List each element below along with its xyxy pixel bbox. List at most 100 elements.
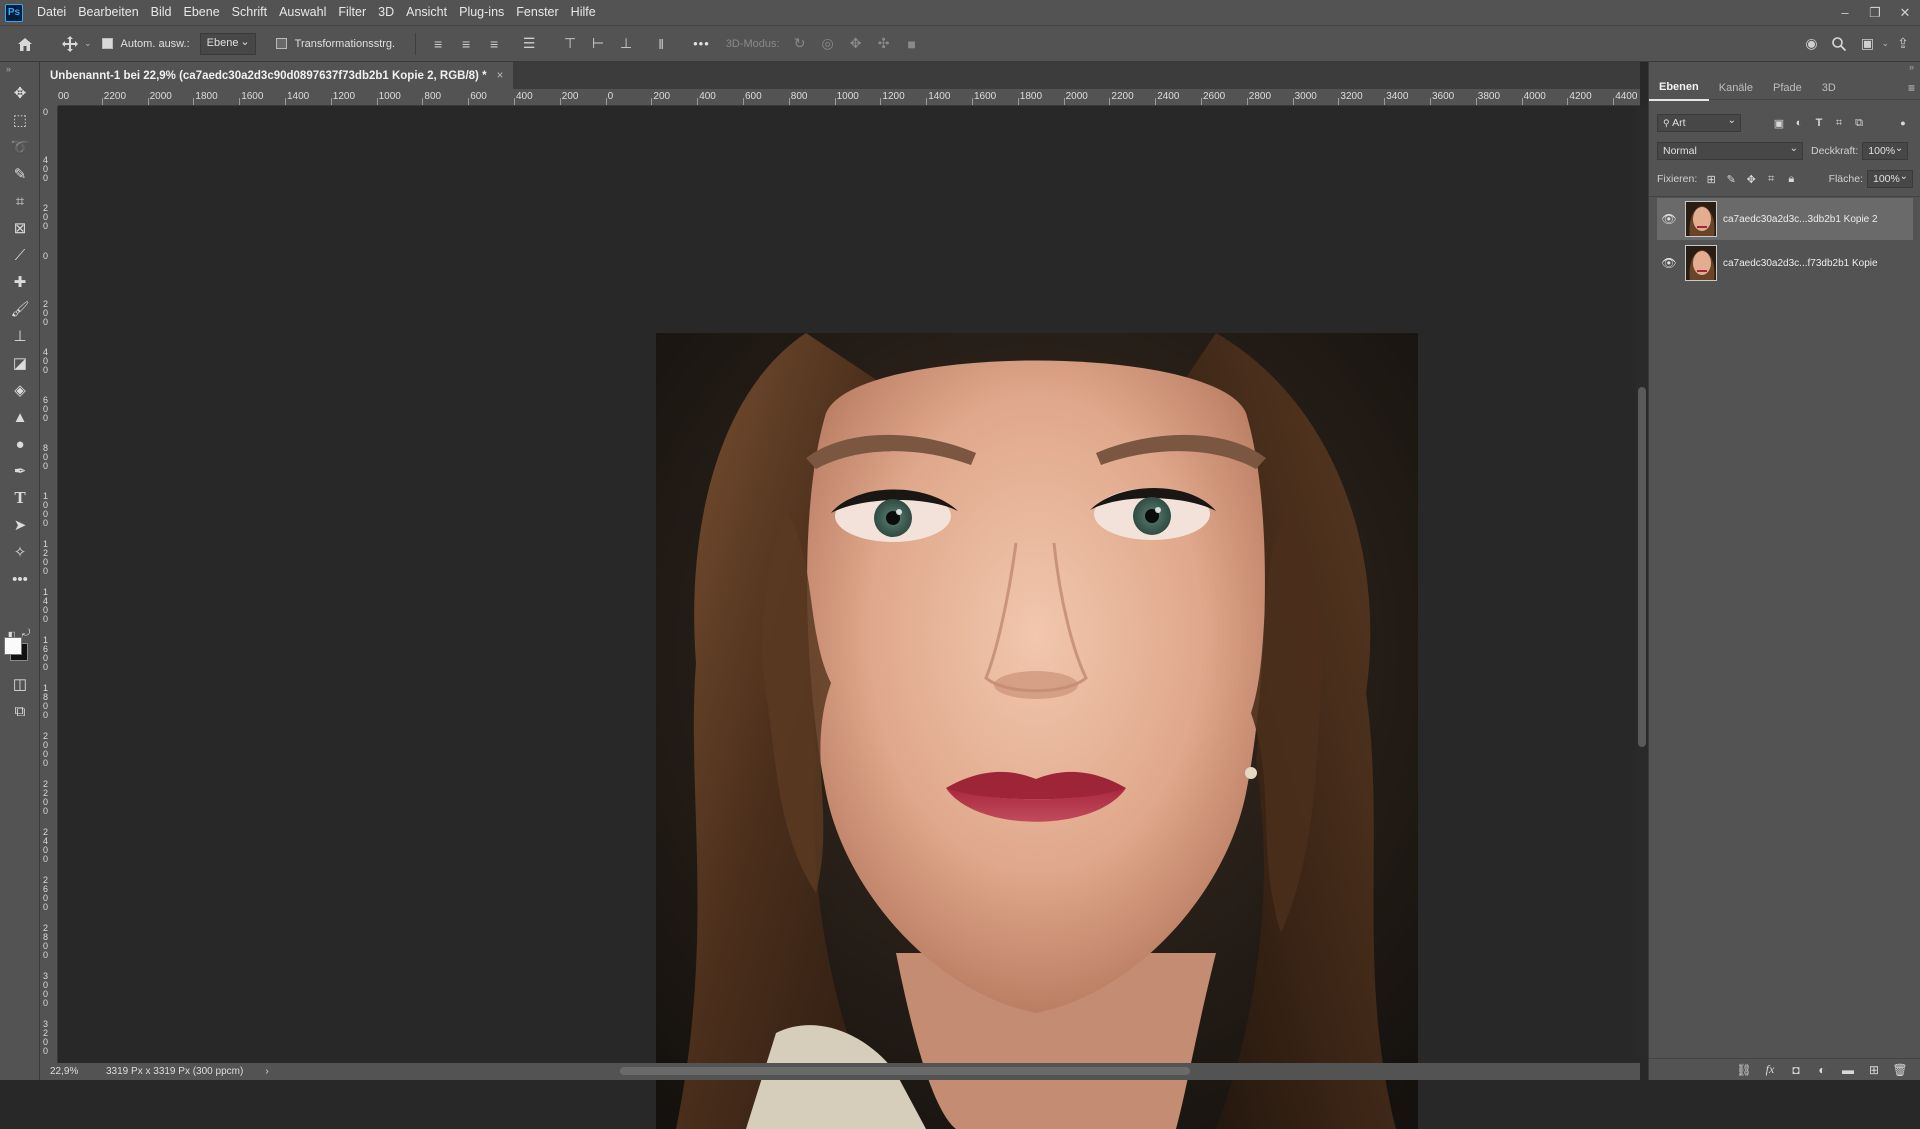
brush-tool-icon[interactable]: 🖌︎ xyxy=(8,298,32,320)
filter-toggle-icon[interactable]: ● xyxy=(1893,114,1913,132)
path-selection-tool-icon[interactable]: ➤ xyxy=(8,514,32,536)
visibility-eye-icon[interactable]: 👁︎ xyxy=(1657,256,1681,270)
3d-pan-icon[interactable]: ✥ xyxy=(845,33,867,55)
layer-name[interactable]: ca7aedc30a2d3c...3db2b1 Kopie 2 xyxy=(1723,214,1878,225)
frame-tool-icon[interactable]: ⊠ xyxy=(8,217,32,239)
new-adjustment-layer-icon[interactable]: ◐ xyxy=(1809,1063,1835,1077)
menu-fenster[interactable]: Fenster xyxy=(510,0,564,25)
auto-select-checkbox[interactable] xyxy=(101,38,113,49)
minimize-button[interactable]: – xyxy=(1830,0,1860,25)
close-document-icon[interactable]: × xyxy=(497,70,504,82)
blend-mode-dropdown[interactable]: Normal xyxy=(1657,142,1803,160)
paint-bucket-tool-icon[interactable]: ◈ xyxy=(8,379,32,401)
close-window-button[interactable]: ✕ xyxy=(1890,0,1920,25)
quick-mask-icon[interactable]: ◫ xyxy=(8,673,32,695)
lock-transparent-pixels-icon[interactable]: ⊞ xyxy=(1701,170,1721,188)
crop-tool-icon[interactable]: ⌗ xyxy=(8,190,32,212)
toolbar-collapse-icon[interactable]: » xyxy=(6,64,11,74)
link-layers-icon[interactable]: ⛓︎ xyxy=(1731,1063,1757,1077)
sharpen-tool-icon[interactable]: ▲ xyxy=(8,406,32,428)
vertical-ruler[interactable]: 0 4 0 0 2 0 0 0 2 0 0 4 0 0 6 0 0 8 0 0 1 0 0 0 1… xyxy=(40,106,58,1064)
menu-ebene[interactable]: Ebene xyxy=(178,0,226,25)
lasso-tool-icon[interactable]: ➰ xyxy=(8,136,32,158)
3d-roll-icon[interactable]: ◎ xyxy=(817,33,839,55)
restore-button[interactable]: ❐ xyxy=(1860,0,1890,25)
screen-mode-icon[interactable]: ⧉ xyxy=(8,700,32,722)
add-mask-icon[interactable]: ◘ xyxy=(1783,1063,1809,1077)
healing-brush-tool-icon[interactable]: ✚ xyxy=(8,271,32,293)
align-right-icon[interactable]: ≡ xyxy=(483,33,505,55)
eraser-tool-icon[interactable]: ◪ xyxy=(8,352,32,374)
layer-filter-dropdown[interactable]: ⚲ Art xyxy=(1657,114,1741,132)
align-top-icon[interactable]: ⊤ xyxy=(559,33,581,55)
lock-artboard-icon[interactable]: ⌗ xyxy=(1761,170,1781,188)
layer-style-icon[interactable]: fx xyxy=(1757,1062,1783,1077)
tool-preset-chevron-icon[interactable]: ⌄ xyxy=(84,38,92,49)
lock-position-icon[interactable]: ✥ xyxy=(1741,170,1761,188)
share-icon[interactable]: ⇪ xyxy=(1892,33,1914,55)
menu-datei[interactable]: Datei xyxy=(31,0,72,25)
share-profile-icon[interactable]: ◉ xyxy=(1800,33,1822,55)
layer-row[interactable]: 👁︎ ca7aedc30a2d3c...3db2b1 Kopie 2 xyxy=(1657,198,1913,240)
new-layer-icon[interactable]: ⊞ xyxy=(1861,1063,1887,1077)
menu-hilfe[interactable]: Hilfe xyxy=(565,0,602,25)
portrait-image[interactable] xyxy=(656,333,1418,1129)
fill-input[interactable]: 100% xyxy=(1867,170,1913,188)
3d-slide-icon[interactable]: ✣ xyxy=(873,33,895,55)
menu-plugins[interactable]: Plug-ins xyxy=(453,0,510,25)
pen-tool-icon[interactable]: ✒︎ xyxy=(8,460,32,482)
clone-stamp-tool-icon[interactable]: ⊥ xyxy=(8,325,32,347)
menu-auswahl[interactable]: Auswahl xyxy=(273,0,332,25)
tab-kanaele[interactable]: Kanäle xyxy=(1709,76,1763,100)
tab-pfade[interactable]: Pfade xyxy=(1763,76,1812,100)
align-left-icon[interactable]: ≡ xyxy=(427,33,449,55)
menu-3d[interactable]: 3D xyxy=(372,0,400,25)
workspace-chevron-icon[interactable]: ⌄ xyxy=(1881,38,1889,49)
filter-shape-icon[interactable]: ⌗ xyxy=(1829,114,1849,132)
distribute-horizontal-icon[interactable]: ‖ xyxy=(650,33,672,55)
visibility-eye-icon[interactable]: 👁︎ xyxy=(1657,212,1681,226)
quick-selection-tool-icon[interactable]: ✎ xyxy=(8,163,32,185)
filter-smart-object-icon[interactable]: ⧉ xyxy=(1849,114,1869,132)
filter-pixel-icon[interactable]: ▣ xyxy=(1769,114,1789,132)
align-bottom-icon[interactable]: ⊥ xyxy=(615,33,637,55)
menu-bild[interactable]: Bild xyxy=(145,0,178,25)
horizontal-scroll-thumb[interactable] xyxy=(620,1067,1190,1075)
menu-filter[interactable]: Filter xyxy=(332,0,372,25)
foreground-color-swatch[interactable] xyxy=(4,637,22,655)
workspace-icon[interactable]: ▣ xyxy=(1856,33,1878,55)
layer-row[interactable]: 👁︎ ca7aedc30a2d3c...f73db2b1 Kopie xyxy=(1657,242,1913,284)
3d-orbit-icon[interactable]: ↻ xyxy=(789,33,811,55)
layer-name[interactable]: ca7aedc30a2d3c...f73db2b1 Kopie xyxy=(1723,258,1878,269)
tab-ebenen[interactable]: Ebenen xyxy=(1649,74,1709,101)
custom-shape-tool-icon[interactable]: ✧ xyxy=(8,541,32,563)
vertical-scroll-thumb[interactable] xyxy=(1638,387,1646,747)
status-menu-arrow-icon[interactable]: › xyxy=(265,1066,268,1077)
3d-scale-icon[interactable]: ■ xyxy=(901,33,923,55)
opacity-input[interactable]: 100% xyxy=(1862,142,1909,160)
horizontal-ruler[interactable]: 00 2200 2000 1800 1600 1400 1200 1000 800 600 400 2… xyxy=(58,89,1640,106)
tab-3d[interactable]: 3D xyxy=(1812,76,1846,100)
vertical-scrollbar[interactable] xyxy=(1636,107,1648,1057)
auto-select-dropdown[interactable]: Ebene xyxy=(199,32,256,55)
more-tools-icon[interactable]: ••• xyxy=(8,568,32,590)
marquee-tool-icon[interactable]: ⬚ xyxy=(8,109,32,131)
new-group-icon[interactable]: ▬ xyxy=(1835,1063,1861,1077)
menu-schrift[interactable]: Schrift xyxy=(226,0,273,25)
canvas-area[interactable] xyxy=(58,107,1640,1129)
lock-image-pixels-icon[interactable]: ✎ xyxy=(1721,170,1741,188)
filter-type-icon[interactable]: T xyxy=(1809,114,1829,132)
more-options-button[interactable]: ••• xyxy=(693,36,710,51)
menu-bearbeiten[interactable]: Bearbeiten xyxy=(72,0,144,25)
transform-controls-checkbox[interactable] xyxy=(275,38,287,49)
ruler-origin[interactable] xyxy=(40,89,58,106)
distribute-vertical-icon[interactable]: ☰ xyxy=(518,33,540,55)
lock-all-icon[interactable]: 🔒︎ xyxy=(1781,170,1801,188)
eyedropper-tool-icon[interactable]: ⟋ xyxy=(8,244,32,266)
dodge-tool-icon[interactable]: ● xyxy=(8,433,32,455)
move-tool-icon[interactable]: ✥ xyxy=(8,82,32,104)
swap-colors-icon[interactable]: ⤾ xyxy=(22,628,30,639)
zoom-level[interactable]: 22,9% xyxy=(50,1066,94,1077)
home-icon[interactable] xyxy=(14,33,36,55)
search-icon[interactable] xyxy=(1828,33,1850,55)
